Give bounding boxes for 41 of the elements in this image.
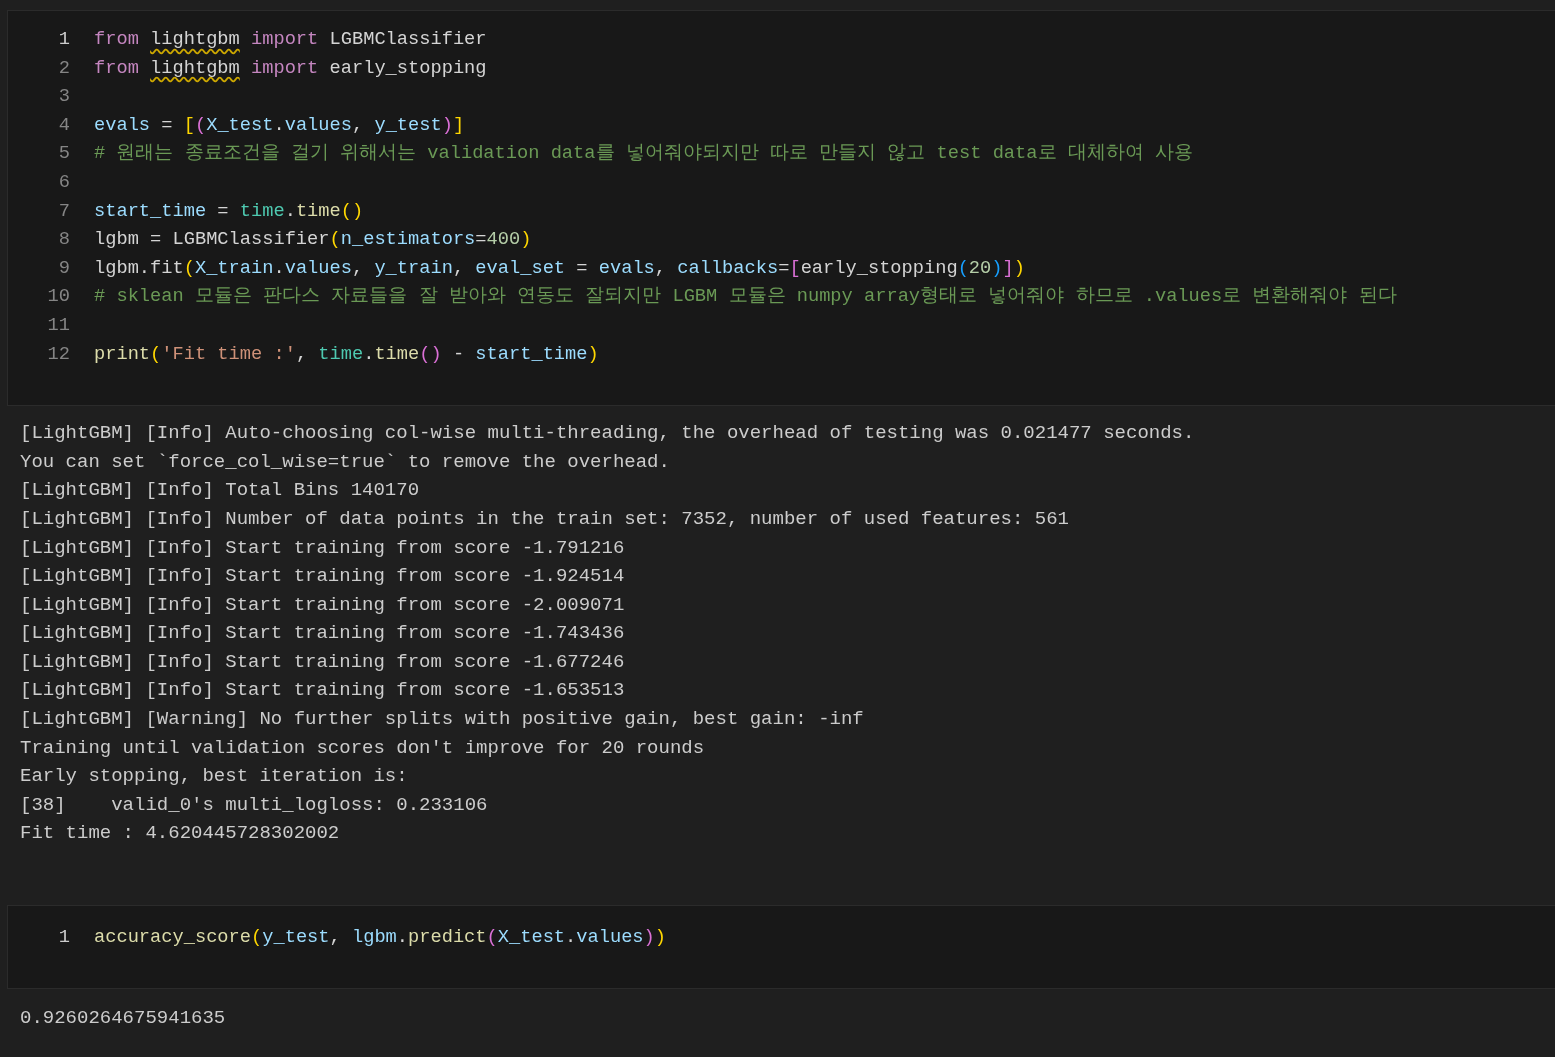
code-line: evals = [(X_test.values, y_test)] bbox=[94, 112, 465, 138]
code-cell[interactable] bbox=[7, 10, 1555, 407]
output-line: 0.9260264675941635 bbox=[20, 1006, 226, 1029]
code-line: accuracy_score(y_test, lgbm.predict(X_test.values)) bbox=[94, 925, 667, 951]
line-number: 8 bbox=[57, 227, 70, 253]
output-line: [LightGBM] [Warning] No further splits with positive gain, best gain: -inf bbox=[20, 708, 864, 731]
line-number: 4 bbox=[57, 112, 70, 138]
output-line: [LightGBM] [Info] Number of data points in the train set: 7352, number of used features: 561 bbox=[20, 507, 1069, 530]
code-cell[interactable]: 1 accuracy_score(y_test, lgbm.predict(X_test.values)) bbox=[7, 905, 1555, 989]
output-line: Fit time : 4.620445728302002 bbox=[20, 822, 340, 845]
code-line: from lightgbm import early_stopping bbox=[94, 55, 487, 81]
line-number: 12 bbox=[46, 341, 70, 367]
line-number: 9 bbox=[57, 255, 70, 281]
code-line: print('Fit time :', time.time() - start_time) bbox=[94, 341, 599, 367]
code-line: lgbm.fit(X_train.values, y_train, eval_set = evals, callbacks=[early_stopping(20)]) bbox=[94, 255, 1025, 281]
output-line: [LightGBM] [Info] Auto-choosing col-wise multi-threading, the overhead of testing was 0.021477 seconds. bbox=[20, 422, 1195, 445]
code-line: lgbm = LGBMClassifier(n_estimators=400) bbox=[94, 227, 532, 253]
output-line: [LightGBM] [Info] Start training from score -1.924514 bbox=[20, 565, 625, 588]
line-number: 3 bbox=[57, 84, 70, 110]
output-line: [LightGBM] [Info] Start training from score -2.009071 bbox=[20, 593, 625, 616]
code-line: # sklean 모듈은 판다스 자료들을 잘 받아와 연동도 잘되지만 LGBM 모듈은 numpy array형태로 넣어줘야 하므로 .values로 변환해줘야 된다 bbox=[94, 284, 1397, 310]
output-line: [LightGBM] [Info] Start training from score -1.677246 bbox=[20, 650, 625, 673]
line-number: 5 bbox=[57, 141, 70, 167]
line-number: 6 bbox=[57, 169, 70, 195]
output-line: [LightGBM] [Info] Start training from score -1.743436 bbox=[20, 622, 625, 645]
line-number: 2 bbox=[57, 55, 70, 81]
line-number: 1 bbox=[57, 27, 70, 52]
code-line: # 원래는 종료조건을 걸기 위해서는 validation data를 넣어줘야되지만 따로 만들지 않고 test data로 대체하여 사용 bbox=[94, 141, 1193, 167]
output-line: Training until validation scores don't improve for 20 rounds bbox=[20, 736, 705, 759]
line-number: 10 bbox=[46, 284, 70, 310]
output-line: You can set `force_col_wise=true` to remove the overhead. bbox=[20, 450, 670, 473]
output-line: [LightGBM] [Info] Start training from score -1.653513 bbox=[20, 679, 625, 702]
output-line: Early stopping, best iteration is: bbox=[20, 765, 408, 788]
code-line: from lightgbm import LGBMClassifier bbox=[94, 27, 487, 52]
output-line: [LightGBM] [Info] Total Bins 140170 bbox=[20, 479, 420, 502]
line-number: 7 bbox=[57, 198, 70, 224]
code-line: start_time = time.time() bbox=[94, 198, 364, 224]
output-line: [LightGBM] [Info] Start training from score -1.791216 bbox=[20, 536, 625, 559]
line-number: 1 bbox=[57, 925, 70, 951]
output-line: [38] valid_0's multi_logloss: 0.233106 bbox=[20, 793, 488, 816]
line-number: 11 bbox=[46, 312, 70, 338]
